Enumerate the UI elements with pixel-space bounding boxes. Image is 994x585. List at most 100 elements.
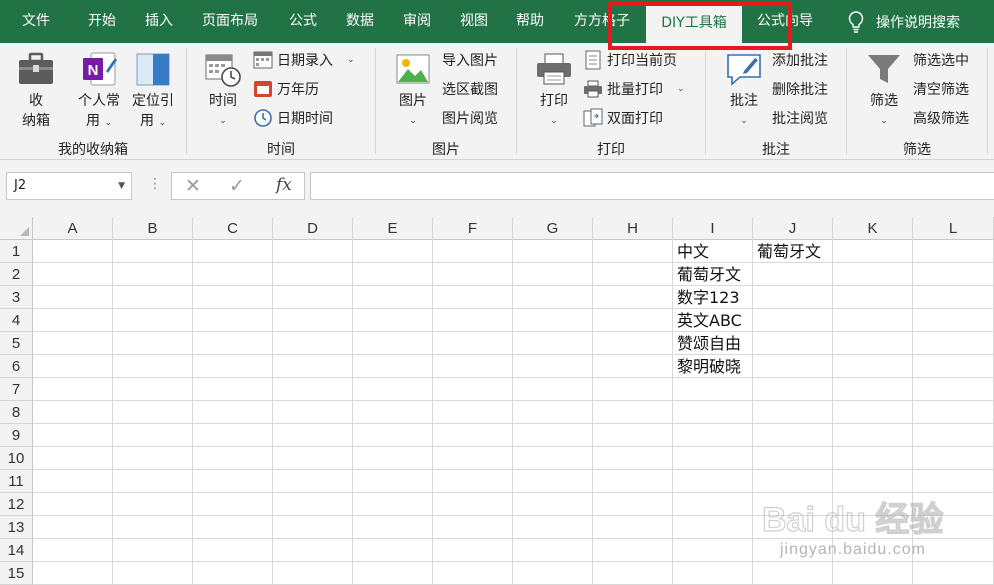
tab-data[interactable]: 数据 [346,0,374,43]
excel-window: 文件 开始 插入 页面布局 公式 数据 审阅 视图 帮助 方方格子 DIY工具箱… [0,0,994,585]
spreadsheet-grid[interactable]: A B C D E F G H I J K L 1 2 3 4 5 6 7 8 9 10 11 12 13 14 15 中文 葡萄牙文葡… [0,217,994,585]
column-header-e[interactable]: E [353,217,433,240]
advanced-filter-button[interactable]: 高级筛选 [913,106,969,130]
batch-print-button[interactable]: 批量打印 ⌄ [583,77,685,101]
row-gridline [33,492,994,493]
column-header-g[interactable]: G [513,217,593,240]
date-grid-icon [253,51,273,69]
row-gridline [33,469,994,470]
tab-diy-toolbox[interactable]: DIY工具箱 [646,5,742,43]
column-header-k[interactable]: K [833,217,913,240]
print-label: 打印 [540,93,568,109]
row-header-12[interactable]: 12 [0,493,33,516]
column-gridline [512,240,513,585]
row-header-2[interactable]: 2 [0,263,33,286]
picture-browse-button[interactable]: 图片阅览 [442,106,498,130]
lightbulb-icon [848,10,864,33]
select-all-corner[interactable] [0,217,33,240]
date-time-button[interactable]: 日期时间 [253,106,333,130]
row-header-15[interactable]: 15 [0,562,33,585]
locate-panel-icon [136,53,170,86]
tab-view[interactable]: 视图 [460,0,488,43]
row-header-6[interactable]: 6 [0,355,33,378]
print-current-page-button[interactable]: 打印当前页 [583,48,677,72]
cancel-icon[interactable]: ✕ [185,175,201,197]
storage-box-label-2: 纳箱 [22,113,50,129]
column-header-a[interactable]: A [33,217,113,240]
cell-i3[interactable]: 数字123 [673,287,740,310]
tab-fangfang-gezi[interactable]: 方方格子 [574,0,630,43]
onenote-icon: N [83,52,117,86]
tab-formulas[interactable]: 公式 [289,0,317,43]
tab-page-layout[interactable]: 页面布局 [202,0,258,43]
row-header-4[interactable]: 4 [0,309,33,332]
tab-help[interactable]: 帮助 [516,0,544,43]
cell-i1[interactable]: 中文 [673,241,709,264]
storage-box-button[interactable]: 收 纳箱 [14,49,58,131]
insert-function-icon[interactable]: fx [276,175,292,195]
tab-review[interactable]: 审阅 [403,0,431,43]
column-header-b[interactable]: B [113,217,193,240]
duplex-print-button[interactable]: 双面打印 [583,106,663,130]
clock-icon [254,109,272,127]
cell-j1[interactable]: 葡萄牙文 [753,241,821,264]
cell-i4[interactable]: 英文ABC [673,310,742,333]
cell-i6[interactable]: 黎明破晓 [673,356,741,379]
comment-browse-button[interactable]: 批注阅览 [772,106,828,130]
personal-common-button[interactable]: N 个人常 用 ⌄ [75,49,123,133]
name-box[interactable]: J2 ▼ [6,172,132,200]
column-header-d[interactable]: D [273,217,353,240]
delete-comment-button[interactable]: 删除批注 [772,77,828,101]
filter-button[interactable]: 筛选 ⌄ [864,49,904,131]
calendar-clock-icon [205,54,241,87]
import-picture-button[interactable]: 导入图片 [442,48,498,72]
group-label-comment: 批注 [762,142,790,158]
tell-me-search[interactable]: 操作说明搜索 [848,0,960,43]
tab-insert[interactable]: 插入 [145,0,173,43]
enter-icon[interactable]: ✓ [229,175,245,197]
column-header-f[interactable]: F [433,217,513,240]
column-header-i[interactable]: I [673,217,753,240]
cell-i2[interactable]: 葡萄牙文 [673,264,741,287]
picture-button[interactable]: 图片 ⌄ [393,49,433,131]
locate-reference-button[interactable]: 定位引 用 ⌄ [128,49,178,133]
chevron-down-icon: ⌄ [158,118,166,128]
formula-bar-grip[interactable]: ⋮ [148,176,162,192]
comment-button[interactable]: 批注 ⌄ [724,49,764,131]
row-header-7[interactable]: 7 [0,378,33,401]
chevron-down-icon: ⌄ [880,116,888,126]
perpetual-calendar-label: 万年历 [277,82,319,98]
column-header-j[interactable]: J [753,217,833,240]
filter-selected-button[interactable]: 筛选选中 [913,48,969,72]
region-screenshot-button[interactable]: 选区截图 [442,77,498,101]
tab-file[interactable]: 文件 [22,0,50,43]
comment-icon [727,54,761,86]
chevron-down-icon[interactable]: ▼ [118,173,125,199]
column-header-c[interactable]: C [193,217,273,240]
row-header-3[interactable]: 3 [0,286,33,309]
row-header-1[interactable]: 1 [0,240,33,263]
row-gridline [33,308,994,309]
row-header-10[interactable]: 10 [0,447,33,470]
time-button[interactable]: 时间 ⌄ [203,49,243,131]
row-header-8[interactable]: 8 [0,401,33,424]
add-comment-label: 添加批注 [772,53,828,69]
row-header-11[interactable]: 11 [0,470,33,493]
column-header-l[interactable]: L [913,217,994,240]
row-header-14[interactable]: 14 [0,539,33,562]
cell-i5[interactable]: 赞颂自由 [673,333,741,356]
column-header-h[interactable]: H [593,217,673,240]
picture-label: 图片 [399,93,427,109]
tab-formula-wizard[interactable]: 公式向导 [757,0,813,43]
clear-filter-button[interactable]: 清空筛选 [913,77,969,101]
row-header-13[interactable]: 13 [0,516,33,539]
add-comment-button[interactable]: 添加批注 [772,48,828,72]
perpetual-calendar-button[interactable]: 万年历 [253,77,319,101]
tab-home[interactable]: 开始 [88,0,116,43]
row-header-5[interactable]: 5 [0,332,33,355]
print-button[interactable]: 打印 ⌄ [534,49,574,131]
formula-input[interactable] [310,172,994,200]
row-header-9[interactable]: 9 [0,424,33,447]
date-entry-button[interactable]: 日期录入 ⌄ [253,48,355,72]
group-label-time: 时间 [267,142,295,158]
